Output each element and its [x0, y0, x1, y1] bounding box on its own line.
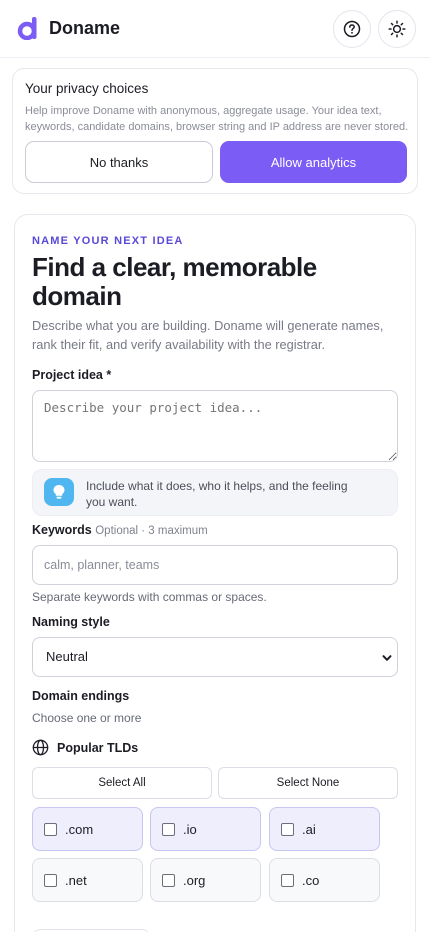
tld-label: .org [183, 872, 206, 888]
tld-checkbox[interactable] [44, 822, 57, 836]
tld-option-io[interactable]: .io [150, 807, 261, 851]
naming-style-label: Naming style [32, 615, 110, 629]
domain-finder-card: NAME YOUR NEXT IDEA Find a clear, memora… [14, 214, 416, 932]
theme-toggle-button[interactable] [378, 10, 416, 48]
brand-name: Doname [49, 17, 121, 38]
top-bar: Doname [0, 0, 430, 58]
help-button[interactable] [333, 10, 371, 48]
help-icon [343, 20, 361, 38]
privacy-banner: Your privacy choices Help improve Doname… [12, 68, 418, 194]
tld-group-label: Popular TLDs [57, 740, 139, 755]
keywords-input[interactable]: calm, planner, teams [32, 545, 398, 585]
select-all-button[interactable]: Select All [32, 767, 212, 799]
doname-logo-icon [17, 17, 37, 40]
tld-checkbox[interactable] [162, 873, 175, 887]
tld-group-header: Popular TLDs [32, 739, 138, 756]
sun-icon [388, 20, 406, 38]
tip-text: Include what it does, who it helps, and … [86, 479, 348, 509]
page-title: Find a clear, memorable domain [32, 252, 317, 311]
naming-style-select[interactable]: Neutral [32, 637, 398, 677]
tld-checkbox[interactable] [162, 822, 175, 836]
globe-icon [32, 739, 49, 756]
chevron-down-icon [382, 655, 392, 661]
tld-label: .com [65, 821, 94, 837]
keywords-label: Keywords Optional · 3 maximum [32, 523, 208, 537]
brand[interactable]: Doname [17, 16, 120, 40]
select-none-button[interactable]: Select None [218, 767, 398, 799]
project-idea-input[interactable] [32, 390, 398, 462]
keywords-placeholder: calm, planner, teams [44, 558, 160, 572]
tld-checkbox[interactable] [281, 873, 294, 887]
tld-label: .co [302, 872, 320, 888]
naming-style-value: Neutral [46, 649, 88, 664]
keywords-hint: Separate keywords with commas or spaces. [32, 590, 267, 604]
domain-endings-hint: Choose one or more [32, 711, 142, 725]
tld-checkbox[interactable] [281, 822, 294, 836]
tld-option-org[interactable]: .org [150, 858, 261, 902]
intro-text: Describe what you are building. Doname w… [32, 318, 384, 352]
idea-tip: Include what it does, who it helps, and … [32, 469, 398, 516]
keywords-optional-note: Optional · 3 maximum [95, 525, 208, 537]
tld-label: .io [183, 821, 197, 837]
decline-analytics-button[interactable]: No thanks [25, 141, 213, 183]
tld-option-com[interactable]: .com [32, 807, 143, 851]
tld-option-ai[interactable]: .ai [269, 807, 380, 851]
tld-option-co[interactable]: .co [269, 858, 380, 902]
keywords-label-text: Keywords [32, 523, 92, 537]
privacy-description: Help improve Doname with anonymous, aggr… [25, 105, 409, 133]
tld-checkbox[interactable] [44, 873, 57, 887]
lightbulb-icon [44, 478, 74, 506]
allow-analytics-button[interactable]: Allow analytics [220, 141, 407, 183]
project-idea-label: Project idea * [32, 368, 112, 382]
eyebrow-text: NAME YOUR NEXT IDEA [32, 235, 184, 247]
tld-label: .net [65, 872, 87, 888]
tld-label: .ai [302, 821, 316, 837]
domain-endings-label: Domain endings [32, 689, 130, 703]
tld-option-net[interactable]: .net [32, 858, 143, 902]
privacy-title: Your privacy choices [25, 81, 149, 96]
